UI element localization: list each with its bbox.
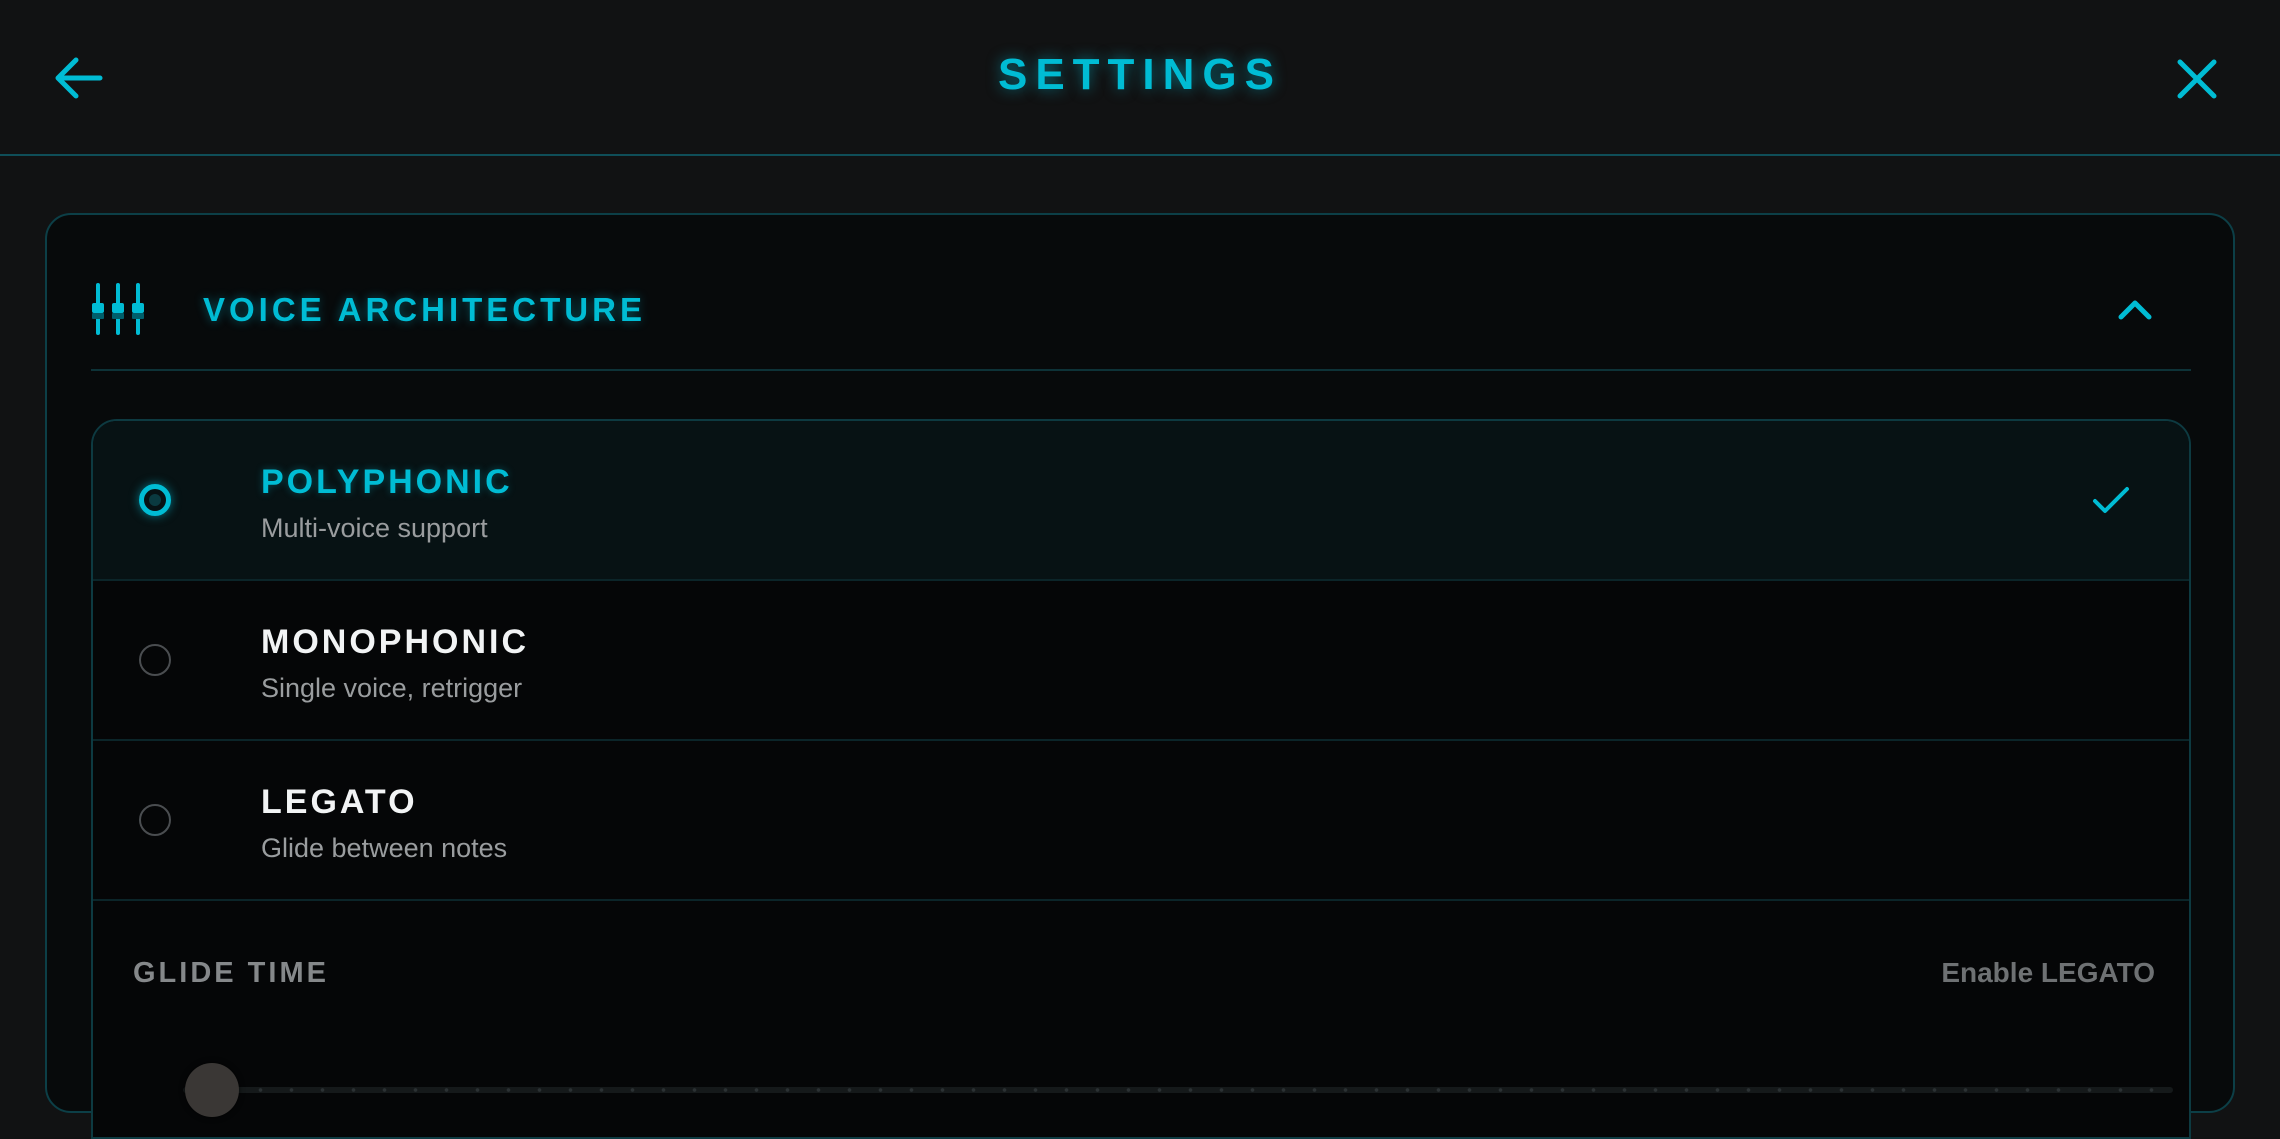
voice-architecture-panel: VOICE ARCHITECTURE POLYPHONIC Multi-voic…: [45, 213, 2235, 1139]
option-name: MONOPHONIC: [261, 623, 529, 661]
checkmark-icon: [2093, 487, 2129, 513]
page-title: SETTINGS: [997, 50, 1283, 99]
slider-thumb[interactable]: [185, 1063, 239, 1117]
glide-time-label: GLIDE TIME: [133, 957, 329, 989]
option-legato[interactable]: LEGATO Glide between notes: [93, 741, 2189, 901]
voice-mode-options: POLYPHONIC Multi-voice support MONOPHONI…: [91, 419, 2191, 1139]
section-title: VOICE ARCHITECTURE: [203, 291, 646, 328]
option-description: Single voice, retrigger: [261, 673, 523, 703]
slider-track: [183, 1087, 2173, 1093]
option-description: Glide between notes: [261, 833, 508, 863]
section-header-voice-architecture[interactable]: VOICE ARCHITECTURE: [91, 271, 2191, 371]
radio-button[interactable]: [139, 804, 171, 836]
glide-time-slider[interactable]: [183, 1061, 2173, 1121]
glide-time-section: GLIDE TIME Enable LEGATO: [93, 901, 2189, 1137]
close-icon[interactable]: [2172, 54, 2222, 104]
radio-button-selected[interactable]: [139, 484, 171, 516]
option-polyphonic[interactable]: POLYPHONIC Multi-voice support: [93, 421, 2189, 581]
option-name: LEGATO: [261, 783, 418, 821]
glide-time-hint: Enable LEGATO: [1941, 957, 2155, 988]
mixer-sliders-icon: [92, 283, 144, 335]
option-name: POLYPHONIC: [261, 463, 513, 501]
radio-button[interactable]: [139, 644, 171, 676]
chevron-up-icon[interactable]: [2115, 295, 2155, 325]
top-bar: SETTINGS: [0, 0, 2280, 156]
option-description: Multi-voice support: [261, 513, 488, 543]
option-monophonic[interactable]: MONOPHONIC Single voice, retrigger: [93, 581, 2189, 741]
